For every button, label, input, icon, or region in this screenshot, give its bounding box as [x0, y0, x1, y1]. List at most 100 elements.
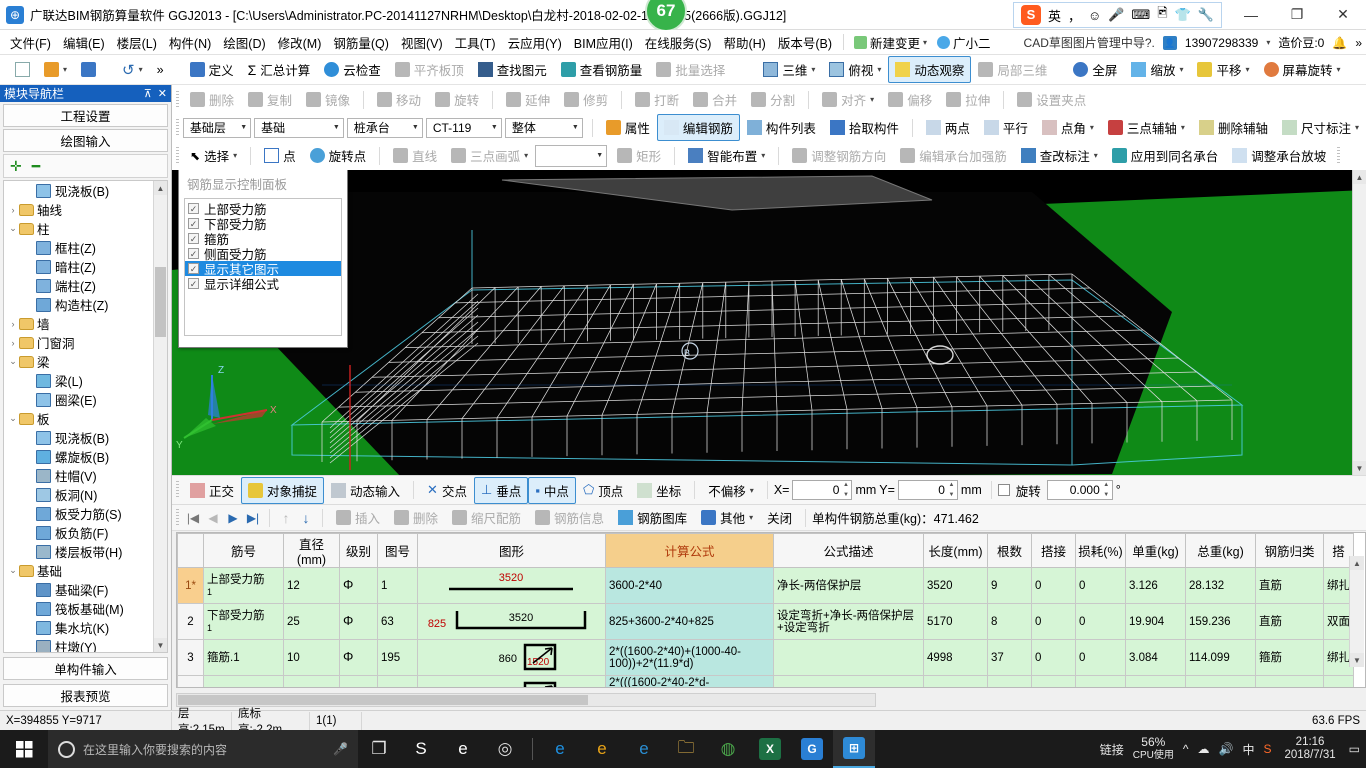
edge-legacy-taskbar-icon[interactable]: e: [442, 730, 484, 768]
pin-icon[interactable]: ⊼: [144, 87, 152, 100]
offset-mode-combo[interactable]: 不偏移▾: [701, 477, 761, 504]
tree-twisty-icon[interactable]: ›: [7, 319, 19, 329]
table-scroll-up[interactable]: ▲: [1350, 556, 1364, 570]
chevron-down-icon[interactable]: ▾: [923, 38, 927, 47]
rebar-info-button[interactable]: 钢筋信息: [528, 504, 611, 531]
rotate-point-button[interactable]: 旋转点: [303, 142, 374, 169]
apply-same-cap-button[interactable]: 应用到同名承台: [1105, 142, 1226, 169]
phone-number[interactable]: 13907298339: [1185, 36, 1258, 50]
sogou-taskbar-icon[interactable]: S: [400, 730, 442, 768]
viewport-scroll-up[interactable]: ▲: [1353, 170, 1366, 184]
tree-item-21[interactable]: 基础梁(F): [4, 580, 152, 599]
ie2-taskbar-icon[interactable]: e: [581, 730, 623, 768]
chart-no-cell[interactable]: 195: [378, 640, 418, 676]
define-button[interactable]: 定义: [183, 56, 241, 83]
column-header-11[interactable]: 损耗(%): [1076, 534, 1126, 568]
trim-button[interactable]: 修剪: [557, 86, 615, 113]
next-record-button[interactable]: ▶: [223, 511, 243, 525]
menu-version[interactable]: 版本号(B): [772, 30, 838, 55]
three-point-arc-button[interactable]: 三点画弧▾: [444, 142, 535, 169]
expand-all-icon[interactable]: ✛: [10, 158, 22, 175]
lap-cell[interactable]: 0: [1032, 604, 1076, 640]
ime-toolbar[interactable]: S 英 ， ☺ 🎤 ⌨ 🖻 👕 🔧: [1013, 2, 1222, 28]
description-cell[interactable]: [774, 640, 924, 676]
arc-param-combo[interactable]: ▼: [535, 145, 607, 167]
task-view-button[interactable]: ❐: [358, 730, 400, 768]
menu-cloud-apps[interactable]: 云应用(Y): [502, 30, 568, 55]
tray-expand-icon[interactable]: ^: [1183, 742, 1189, 756]
tree-twisty-icon[interactable]: ⌄: [7, 223, 19, 234]
tree-twisty-icon[interactable]: ⌄: [7, 356, 19, 367]
menu-online-service[interactable]: 在线服务(S): [639, 30, 718, 55]
category-cell[interactable]: 箍筋: [1256, 640, 1324, 676]
table-hscroll-thumb[interactable]: [178, 695, 588, 705]
menu-modify[interactable]: 修改(M): [272, 30, 328, 55]
minimize-button[interactable]: —: [1228, 0, 1274, 30]
pick-component-button[interactable]: 拾取构件: [823, 114, 906, 141]
length-cell[interactable]: 3520: [924, 568, 988, 604]
adjust-cap-slope-button[interactable]: 调整承台放坡: [1225, 142, 1333, 169]
unit-weight-cell[interactable]: 1.87: [1126, 676, 1186, 689]
single-component-input-button[interactable]: 单构件输入: [3, 657, 168, 680]
ime-lang-button[interactable]: 英: [1048, 6, 1061, 25]
tree-item-8[interactable]: ›门窗洞: [4, 333, 152, 352]
loss-cell[interactable]: 0: [1076, 640, 1126, 676]
midpoint-snap-button[interactable]: ▪中点: [528, 477, 576, 504]
align-slab-top-button[interactable]: 平齐板顶: [388, 56, 471, 83]
formula-cell[interactable]: 3600-2*40: [606, 568, 774, 604]
notification-center-icon[interactable]: ▭: [1349, 742, 1360, 756]
chart-no-cell[interactable]: 63: [378, 604, 418, 640]
move-button[interactable]: 移动: [370, 86, 428, 113]
diameter-cell[interactable]: 25: [284, 604, 340, 640]
tree-item-19[interactable]: 楼层板带(H): [4, 542, 152, 561]
table-row[interactable]: 1*上部受力筋112Φ135203600-2*40净长-两倍保护层3520900…: [178, 568, 1354, 604]
chart-no-cell[interactable]: 1: [378, 568, 418, 604]
column-header-7[interactable]: 公式描述: [774, 534, 924, 568]
ime-indicator-icon[interactable]: 中: [1242, 741, 1254, 758]
onedrive-icon[interactable]: ☁: [1198, 742, 1210, 756]
x-spinner[interactable]: ▲▼: [841, 482, 850, 498]
row-number-cell[interactable]: 3: [178, 640, 204, 676]
two-point-button[interactable]: 两点: [919, 114, 977, 141]
vertex-snap-button[interactable]: ⬠顶点: [576, 477, 630, 504]
tree-scroll-thumb[interactable]: [155, 267, 166, 337]
first-record-button[interactable]: |◀: [183, 511, 203, 525]
column-header-2[interactable]: 直径(mm): [284, 534, 340, 568]
select-floor-button[interactable]: 选择楼层: [1360, 56, 1366, 83]
clock[interactable]: 21:16 2018/7/31: [1280, 736, 1339, 762]
save-button[interactable]: [74, 58, 103, 81]
three-d-button[interactable]: 三维▾: [756, 56, 822, 83]
rotate-input[interactable]: 0.000▲▼: [1047, 480, 1113, 500]
rebar-panel-options[interactable]: ✓上部受力筋✓下部受力筋✓箍筋✓侧面受力筋✓显示其它图示✓显示详细公式: [184, 198, 342, 336]
menu-bim-apps[interactable]: BIM应用(I): [568, 30, 639, 55]
other-button[interactable]: 其他▾: [694, 504, 760, 531]
tree-item-15[interactable]: 柱帽(V): [4, 466, 152, 485]
beans-label[interactable]: 造价豆:0: [1278, 34, 1324, 51]
cloud-check-button[interactable]: 云检查: [317, 56, 388, 83]
rectangle-button[interactable]: 矩形: [610, 142, 668, 169]
tree-item-13[interactable]: 现浇板(B): [4, 428, 152, 447]
checkbox-icon[interactable]: ✓: [188, 218, 199, 229]
count-cell[interactable]: 8: [988, 604, 1032, 640]
find-element-button[interactable]: 查找图元: [471, 56, 554, 83]
table-row[interactable]: 3箍筋.110Φ19586015202*((1600-2*40)+(1000-4…: [178, 640, 1354, 676]
pan-button[interactable]: 平移▾: [1190, 56, 1256, 83]
explorer-taskbar-icon[interactable]: 🗀: [665, 730, 707, 768]
unit-weight-cell[interactable]: 3.084: [1126, 640, 1186, 676]
bell-icon[interactable]: 🔔: [1332, 36, 1347, 50]
unit-weight-cell[interactable]: 3.126: [1126, 568, 1186, 604]
row-number-cell[interactable]: 2: [178, 604, 204, 640]
description-cell[interactable]: 设定弯折+净长-两倍保护层+设定弯折: [774, 604, 924, 640]
length-cell[interactable]: 4998: [924, 640, 988, 676]
tree-twisty-icon[interactable]: ⌄: [7, 413, 19, 424]
rebar-name-cell[interactable]: 上部受力筋1: [204, 568, 284, 604]
column-header-13[interactable]: 总重(kg): [1186, 534, 1256, 568]
spiral-taskbar-icon[interactable]: ◎: [484, 730, 526, 768]
grade-cell[interactable]: Φ: [340, 568, 378, 604]
start-button[interactable]: [0, 730, 48, 768]
close-button[interactable]: ✕: [1320, 0, 1366, 30]
tree-item-4[interactable]: 暗柱(Z): [4, 257, 152, 276]
three-d-viewport[interactable]: B Z X Y 钢筋显示控制面板 ✓: [172, 170, 1366, 475]
chrome-taskbar-icon[interactable]: ◍: [707, 730, 749, 768]
ime-mic-icon[interactable]: 🎤: [1108, 7, 1124, 23]
